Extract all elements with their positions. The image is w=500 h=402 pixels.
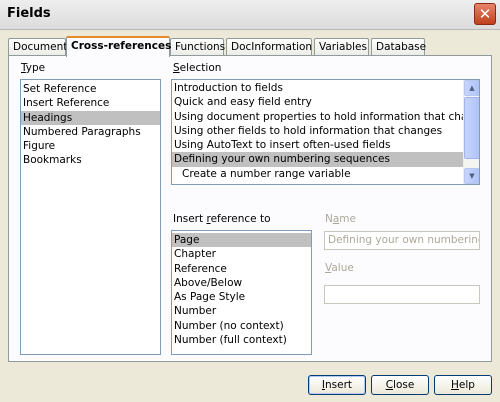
value-field[interactable] <box>324 285 480 304</box>
arrow-up-icon: ▲ <box>469 84 475 92</box>
reference-item-number-no-context[interactable]: Number (no context) <box>172 319 311 333</box>
tab-document[interactable]: Document <box>8 38 67 56</box>
type-listbox[interactable]: Set Reference Insert Reference Headings … <box>20 79 161 355</box>
insert-reference-label: Insert reference to <box>173 213 271 225</box>
window-title: Fields <box>7 6 51 21</box>
type-item-figure[interactable]: Figure <box>21 139 160 153</box>
insert-reference-listbox[interactable]: Page Chapter Reference Above/Below As Pa… <box>171 230 312 355</box>
tab-variables[interactable]: Variables <box>314 38 369 56</box>
scroll-thumb[interactable] <box>464 97 479 159</box>
name-field[interactable]: Defining your own numbering s <box>324 231 480 250</box>
type-item-insert-reference[interactable]: Insert Reference <box>21 96 160 110</box>
selection-item[interactable]: Create a number range variable <box>172 167 463 181</box>
title-bar: Fields ✕ <box>0 0 500 30</box>
insert-button[interactable]: Insert <box>308 375 366 395</box>
reference-item-above-below[interactable]: Above/Below <box>172 276 311 290</box>
tab-docinformation[interactable]: DocInformation <box>226 38 312 56</box>
reference-item-chapter[interactable]: Chapter <box>172 247 311 261</box>
selection-item-selected[interactable]: Defining your own numbering sequences <box>172 152 463 167</box>
selection-item[interactable]: Introduction to fields <box>172 81 463 95</box>
type-item-headings[interactable]: Headings <box>21 110 160 125</box>
selection-item[interactable]: Quick and easy field entry <box>172 95 463 109</box>
type-item-set-reference[interactable]: Set Reference <box>21 82 160 96</box>
close-icon: ✕ <box>478 4 492 23</box>
close-button[interactable]: Close <box>371 375 429 395</box>
type-item-bookmarks[interactable]: Bookmarks <box>21 153 160 167</box>
tab-cross-references[interactable]: Cross-references <box>66 36 171 57</box>
selection-listbox[interactable]: Introduction to fields Quick and easy fi… <box>171 79 480 185</box>
reference-item-number[interactable]: Number <box>172 304 311 318</box>
reference-item-page[interactable]: Page <box>172 233 311 248</box>
selection-scrollbar[interactable]: ▲ ▼ <box>463 80 479 184</box>
selection-item[interactable]: Using AutoText to insert often-used fiel… <box>172 138 463 152</box>
name-label: Name <box>325 213 356 225</box>
reference-item-as-page-style[interactable]: As Page Style <box>172 290 311 304</box>
scroll-up-button[interactable]: ▲ <box>464 80 479 96</box>
selection-item[interactable]: Using document properties to hold inform… <box>172 110 463 124</box>
tab-database[interactable]: Database <box>371 38 426 56</box>
selection-label: Selection <box>173 62 222 74</box>
scroll-down-button[interactable]: ▼ <box>464 168 479 184</box>
reference-item-number-full-context[interactable]: Number (full context) <box>172 333 311 347</box>
tab-functions[interactable]: Functions <box>170 38 225 56</box>
reference-item-reference[interactable]: Reference <box>172 262 311 276</box>
value-label: Value <box>325 262 354 274</box>
help-button[interactable]: Help <box>434 375 492 395</box>
close-window-button[interactable]: ✕ <box>474 3 496 25</box>
selection-item[interactable]: Using other fields to hold information t… <box>172 124 463 138</box>
type-label: Type <box>21 62 46 74</box>
arrow-down-icon: ▼ <box>469 172 475 180</box>
type-item-numbered-paragraphs[interactable]: Numbered Paragraphs <box>21 125 160 139</box>
